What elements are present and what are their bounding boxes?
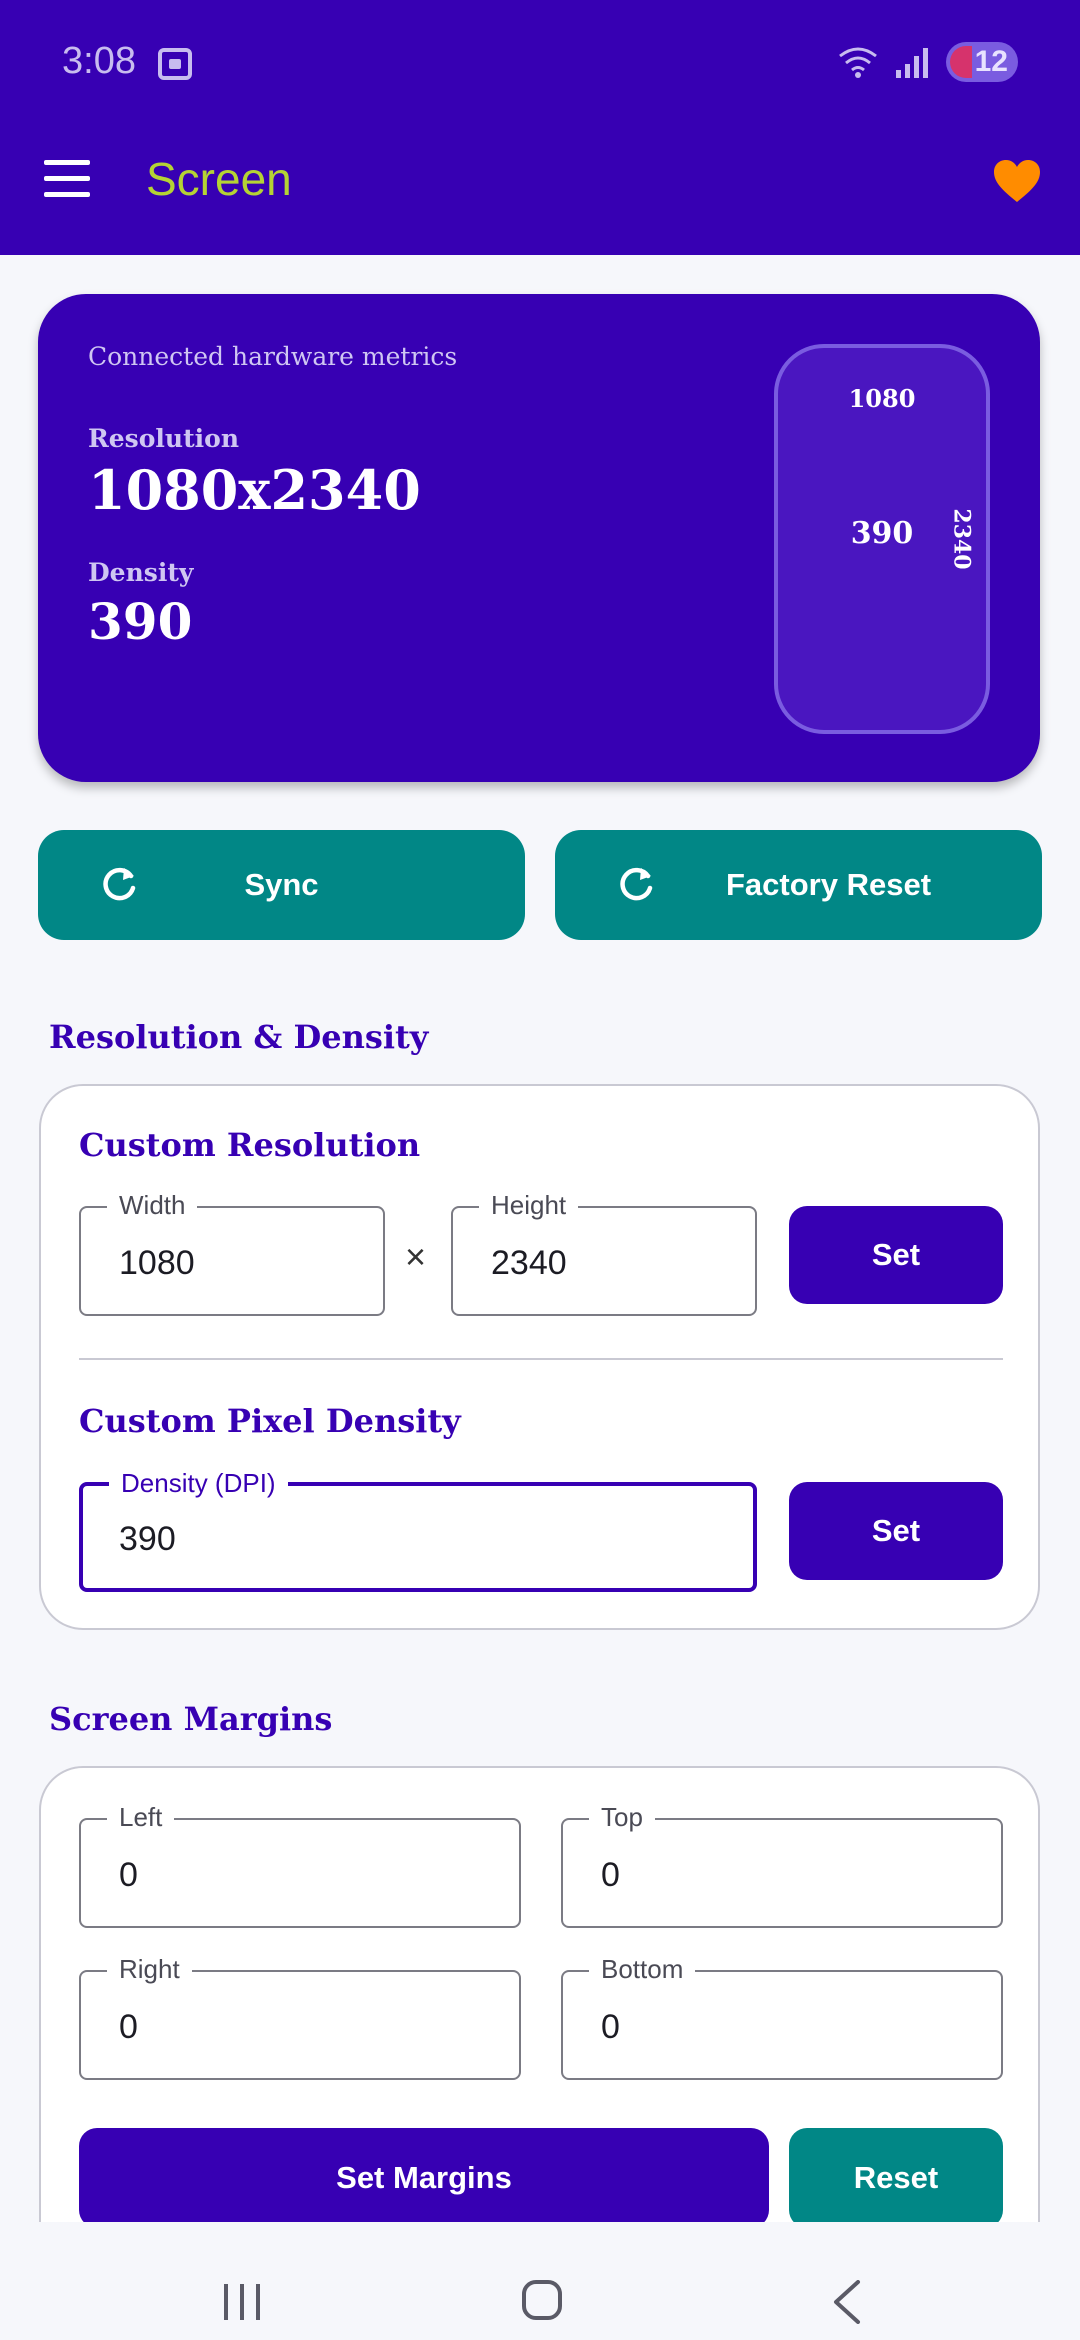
width-value[interactable]: 1080 xyxy=(119,1244,195,1283)
height-field[interactable]: Height 2340 xyxy=(451,1190,757,1316)
screen-margins-title: Screen Margins xyxy=(49,1700,333,1738)
density-value: 390 xyxy=(88,592,193,651)
menu-icon[interactable] xyxy=(44,160,94,210)
refresh-icon xyxy=(620,867,653,901)
app-bar: Screen xyxy=(0,128,1080,255)
battery-level: 12 xyxy=(974,45,1008,78)
height-label: Height xyxy=(479,1190,579,1221)
width-field[interactable]: Width 1080 xyxy=(79,1190,385,1316)
times-sign: × xyxy=(405,1236,427,1277)
resolution-label: Resolution xyxy=(88,424,240,453)
divider xyxy=(79,1358,1003,1360)
resolution-density-panel: Custom Resolution Width 1080 × Height 23… xyxy=(39,1084,1040,1630)
refresh-icon xyxy=(103,867,136,901)
left-margin-value[interactable]: 0 xyxy=(119,1856,138,1895)
wifi-icon xyxy=(839,47,877,78)
phone-height: 2340 xyxy=(948,508,975,570)
width-label: Width xyxy=(107,1190,198,1221)
bottom-margin-field[interactable]: Bottom 0 xyxy=(561,1954,1003,2080)
screenshot-icon xyxy=(158,48,192,80)
recents-icon[interactable] xyxy=(220,2284,264,2320)
signal-icon xyxy=(896,48,928,78)
hardware-metrics-card: Connected hardware metrics Resolution 10… xyxy=(38,294,1040,782)
top-margin-value[interactable]: 0 xyxy=(601,1856,620,1895)
resolution-density-title: Resolution & Density xyxy=(49,1018,429,1056)
density-field-value[interactable]: 390 xyxy=(119,1520,176,1559)
status-time: 3:08 xyxy=(62,40,136,82)
density-field-label: Density (DPI) xyxy=(109,1468,288,1499)
navigation-bar xyxy=(0,2222,1080,2340)
right-margin-value[interactable]: 0 xyxy=(119,2008,138,2047)
height-value[interactable]: 2340 xyxy=(491,1244,567,1283)
density-field[interactable]: Density (DPI) 390 xyxy=(79,1468,757,1592)
bottom-margin-value[interactable]: 0 xyxy=(601,2008,620,2047)
sync-button[interactable]: Sync xyxy=(38,830,525,940)
set-margins-label: Set Margins xyxy=(336,2160,512,2195)
top-margin-field[interactable]: Top 0 xyxy=(561,1802,1003,1928)
reset-margins-button[interactable]: Reset xyxy=(789,2128,1003,2228)
factory-reset-button[interactable]: Factory Reset xyxy=(555,830,1042,940)
status-bar: 3:08 12 xyxy=(0,0,1080,128)
set-margins-button[interactable]: Set Margins xyxy=(79,2128,769,2228)
density-label: Density xyxy=(88,558,194,587)
reset-margins-label: Reset xyxy=(853,2160,939,2195)
custom-density-title: Custom Pixel Density xyxy=(79,1402,461,1440)
home-icon[interactable] xyxy=(522,2280,562,2320)
screen-margins-panel: Left 0 Top 0 Right 0 Bottom 0 Set Margin… xyxy=(39,1766,1040,2286)
status-icons: 12 xyxy=(838,42,1018,82)
phone-preview: 1080 390 2340 xyxy=(774,344,990,734)
bottom-margin-label: Bottom xyxy=(589,1954,696,1985)
hardware-caption: Connected hardware metrics xyxy=(88,342,458,371)
battery-indicator: 12 xyxy=(946,42,1018,82)
factory-reset-label: Factory Reset xyxy=(725,867,932,902)
right-margin-label: Right xyxy=(107,1954,192,1985)
right-margin-field[interactable]: Right 0 xyxy=(79,1954,521,2080)
set-resolution-label: Set xyxy=(871,1237,921,1272)
left-margin-field[interactable]: Left 0 xyxy=(79,1802,521,1928)
set-density-label: Set xyxy=(871,1513,921,1548)
top-margin-label: Top xyxy=(589,1802,655,1833)
sync-label: Sync xyxy=(244,867,319,902)
resolution-value: 1080x2340 xyxy=(88,458,421,522)
phone-width: 1080 xyxy=(848,384,916,413)
set-density-button[interactable]: Set xyxy=(789,1482,1003,1580)
custom-resolution-title: Custom Resolution xyxy=(79,1126,421,1164)
set-resolution-button[interactable]: Set xyxy=(789,1206,1003,1304)
app-title: Screen xyxy=(146,153,292,205)
left-margin-label: Left xyxy=(107,1802,175,1833)
heart-icon[interactable] xyxy=(992,158,1042,206)
back-icon[interactable] xyxy=(832,2280,862,2324)
